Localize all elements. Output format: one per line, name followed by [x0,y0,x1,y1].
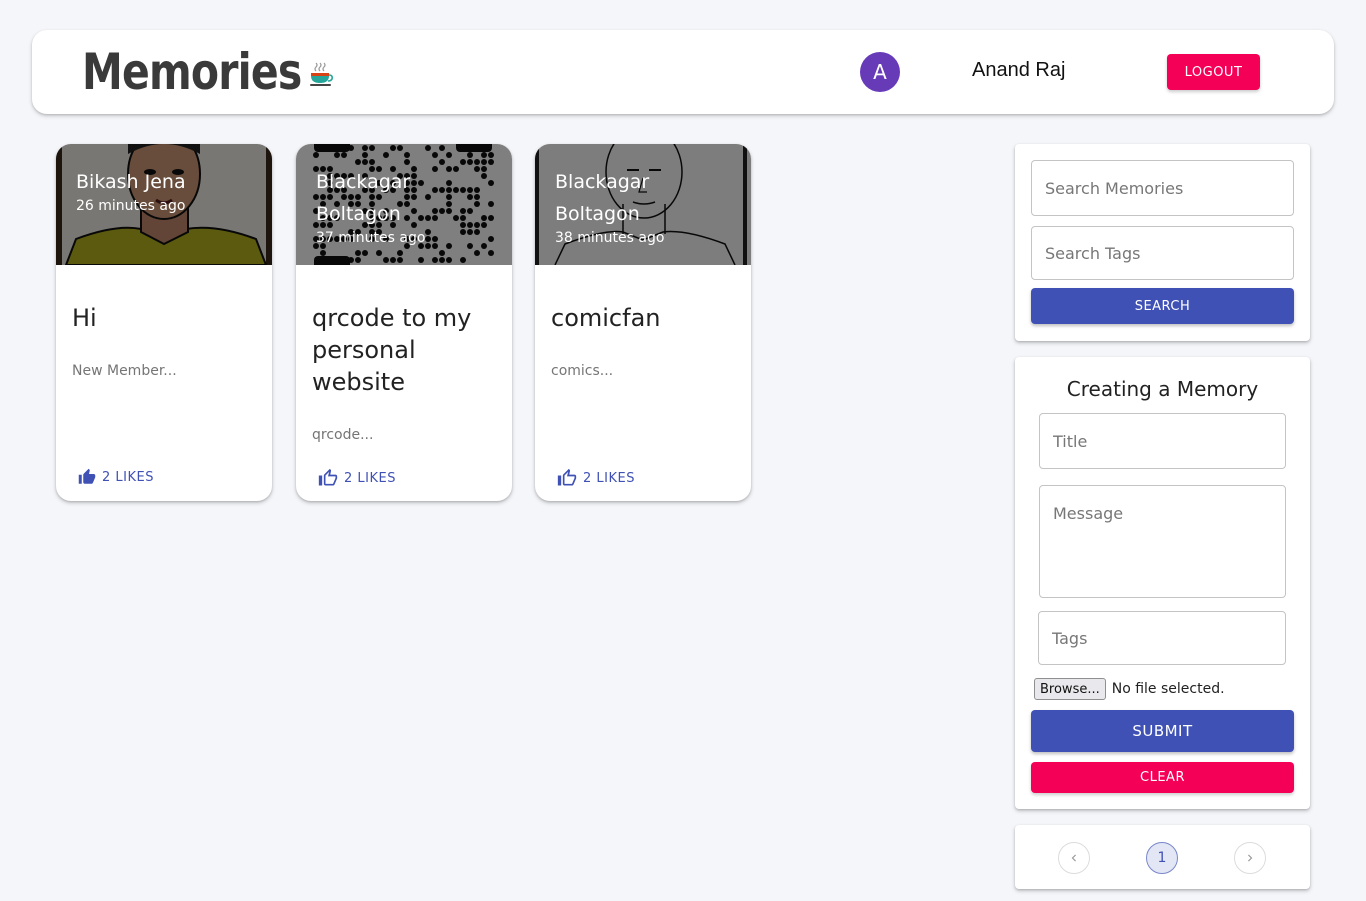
tags-input[interactable] [1038,611,1286,665]
chevron-left-icon [1071,854,1076,862]
card-timestamp: 38 minutes ago [555,230,665,246]
chevron-right-icon [1248,854,1253,862]
card-creator: Blackagar Boltagon [555,171,650,225]
title-input[interactable] [1039,413,1286,469]
message-textarea[interactable] [1039,485,1286,598]
clear-button[interactable]: CLEAR [1031,762,1294,793]
thumb-up-outline-icon [557,468,577,486]
card-timestamp: 37 minutes ago [316,230,426,246]
create-memory-form: Creating a Memory Browse... No file sele… [1015,357,1310,809]
like-count: 2 LIKES [583,470,635,486]
thumb-up-outline-icon [318,468,338,486]
search-panel: SEARCH [1015,144,1310,341]
like-count: 2 LIKES [344,470,396,486]
card-creator: Bikash Jena [76,171,186,193]
search-button[interactable]: SEARCH [1031,288,1294,324]
memory-card[interactable]: Blackagar Boltagon 37 minutes ago qrcode… [296,144,512,501]
card-timestamp: 26 minutes ago [76,198,186,214]
user-name: Anand Raj [972,59,1066,81]
card-message: New Member... [72,363,177,379]
memory-card[interactable]: Bikash Jena 26 minutes ago Hi New Member… [56,144,272,501]
memory-card[interactable]: Blackagar Boltagon 38 minutes ago comicf… [535,144,751,501]
like-count: 2 LIKES [102,469,154,485]
brand-logo-text[interactable]: Memories [82,44,302,100]
form-heading: Creating a Memory [1066,377,1259,401]
like-button[interactable]: 2 LIKES [318,468,396,488]
previous-page-button[interactable] [1058,842,1090,874]
submit-button[interactable]: SUBMIT [1031,710,1294,752]
card-title: qrcode to my personal website [312,304,472,396]
logout-button[interactable]: LOGOUT [1167,54,1260,90]
next-page-button[interactable] [1234,842,1266,874]
card-message: comics... [551,363,614,379]
like-button[interactable]: 2 LIKES [557,468,635,488]
browse-button[interactable]: Browse... [1034,678,1106,700]
thumb-up-filled-icon [78,468,96,484]
pagination: 1 [1015,825,1310,889]
card-creator: Blackagar Boltagon [316,171,411,225]
avatar[interactable]: A [860,52,900,92]
card-message: qrcode... [312,427,374,443]
search-memories-input[interactable] [1031,160,1294,216]
file-status: No file selected. [1111,681,1225,697]
page-button-current[interactable]: 1 [1146,842,1178,874]
card-title: comicfan [551,304,661,332]
search-tags-input[interactable] [1031,226,1294,280]
like-button[interactable]: 2 LIKES [78,468,154,486]
card-title: Hi [72,304,97,332]
memories-mug-icon [310,62,333,86]
app-bar: Memories A Anand Raj LOGOUT [32,30,1334,114]
file-picker: Browse... No file selected. [1034,678,1225,700]
